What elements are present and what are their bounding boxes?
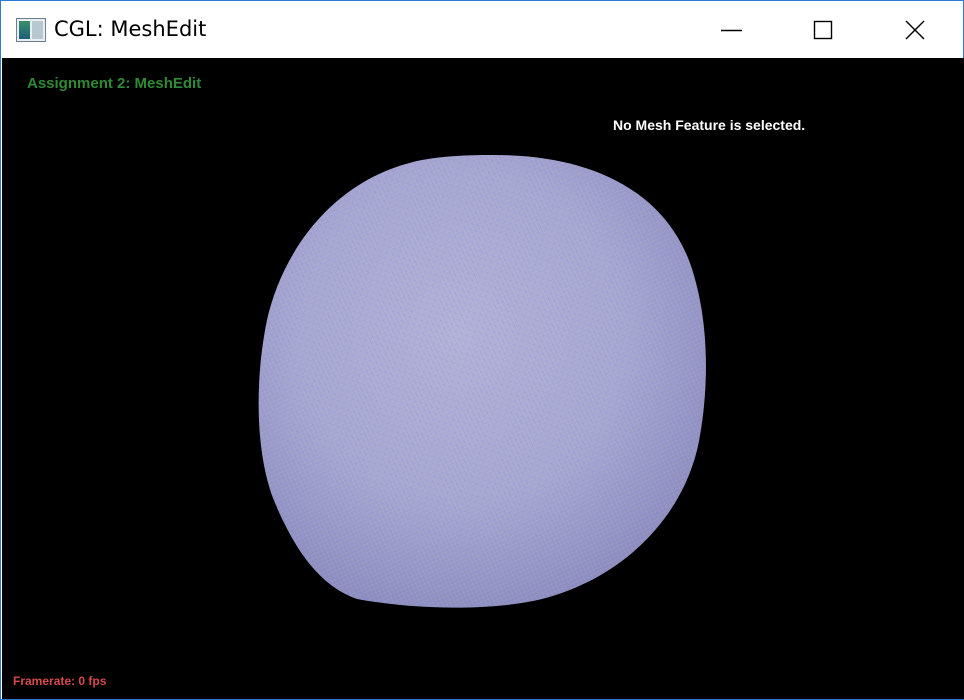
framerate-label: Framerate: 0 fps xyxy=(13,674,107,688)
minimize-button[interactable] xyxy=(685,1,777,58)
selection-status: No Mesh Feature is selected. xyxy=(613,117,806,133)
maximize-button[interactable] xyxy=(777,1,869,58)
app-window-icon[interactable] xyxy=(16,18,46,42)
window-title: CGL: MeshEdit xyxy=(54,17,207,41)
render-viewport[interactable]: Assignment 2: MeshEdit No Mesh Feature i… xyxy=(2,58,964,699)
app-icon-pane-left xyxy=(19,21,30,39)
mesh-render[interactable] xyxy=(2,58,964,699)
mesh-wireframe-fine xyxy=(258,154,706,608)
close-icon xyxy=(905,20,925,40)
maximize-icon xyxy=(813,20,833,40)
assignment-label: Assignment 2: MeshEdit xyxy=(27,75,202,92)
app-window: CGL: MeshEdit Assignment 2: MeshEdit No … xyxy=(0,0,964,700)
minimize-icon xyxy=(721,29,742,32)
title-bar[interactable]: CGL: MeshEdit xyxy=(1,1,963,58)
app-icon-pane-right xyxy=(32,21,43,39)
close-button[interactable] xyxy=(869,1,961,58)
